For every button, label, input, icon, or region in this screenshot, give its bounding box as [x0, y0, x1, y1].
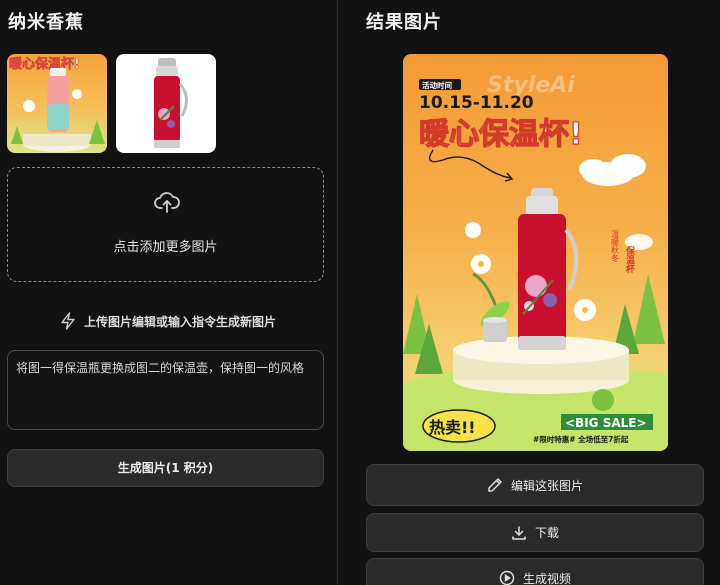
poster-badge: 热卖!!: [429, 418, 476, 437]
left-panel: 纳米香蕉 暖心保温杯! 点击添加更多图片 上传图片编辑或输入指令生成新图片 将图…: [0, 0, 337, 585]
upload-dropzone[interactable]: 点击添加更多图片: [7, 167, 324, 282]
panel-title: 结果图片: [366, 12, 442, 33]
play-circle-icon: [499, 570, 515, 585]
svg-text:暖心保温杯!: 暖心保温杯!: [9, 56, 80, 72]
poster-side-text-1: 温暖秋冬: [611, 230, 620, 263]
cloud-upload-icon: [154, 192, 180, 213]
edit-image-button[interactable]: 编辑这张图片: [366, 464, 704, 506]
upload-label: 点击添加更多图片: [113, 240, 218, 255]
generate-video-button[interactable]: 生成视频: [366, 558, 704, 585]
poster-side-text-2: 保温杯: [624, 245, 636, 274]
lightning-icon: [61, 312, 75, 330]
thumbnail-image-1[interactable]: 暖心保温杯!: [7, 54, 107, 153]
generate-video-label: 生成视频: [522, 571, 571, 585]
poster-headline: 暖心保温杯!: [419, 117, 583, 152]
prompt-input[interactable]: 将图一得保温瓶更换成图二的保温壶，保持图一的风格: [7, 350, 324, 430]
hint-text: 上传图片编辑或输入指令生成新图片: [84, 314, 277, 329]
thumbnail-image-2[interactable]: [116, 54, 216, 153]
download-button[interactable]: 下载: [366, 513, 704, 552]
edit-image-label: 编辑这张图片: [510, 478, 583, 493]
download-label: 下载: [534, 526, 559, 540]
pencil-icon: [488, 478, 502, 492]
poster-big-sale: <BIG SALE>: [565, 416, 647, 430]
right-panel: 结果图片 StyleAi 活动时间 10.15-11.20 暖心保温杯! 温暖秋…: [338, 0, 720, 585]
download-icon: [512, 525, 526, 540]
generate-button[interactable]: 生成图片(1 积分): [7, 449, 324, 487]
hint-row: 上传图片编辑或输入指令生成新图片: [60, 312, 276, 330]
poster-event-tag: 活动时间: [422, 80, 452, 90]
panel-title: 纳米香蕉: [8, 12, 84, 33]
poster-dates: 10.15-11.20: [419, 93, 534, 113]
poster-footer: #限时特惠# 全场低至7折起: [533, 434, 629, 444]
result-image[interactable]: StyleAi 活动时间 10.15-11.20 暖心保温杯! 温暖秋冬 保温杯: [403, 54, 668, 451]
